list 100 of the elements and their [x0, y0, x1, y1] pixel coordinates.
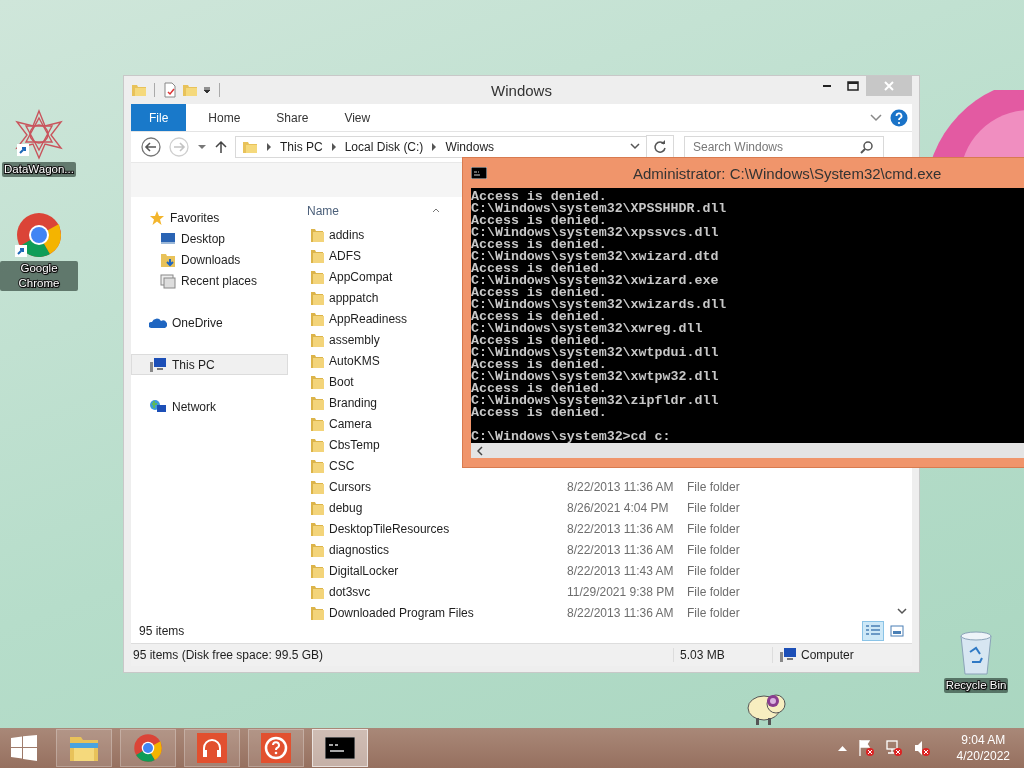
file-name[interactable]: CbsTemp	[329, 437, 380, 452]
folder-icon	[309, 457, 325, 474]
scroll-left-icon[interactable]	[477, 445, 483, 456]
file-name[interactable]: Camera	[329, 416, 372, 431]
file-name[interactable]: Cursors	[329, 479, 371, 494]
folder-icon	[309, 604, 325, 621]
desktop-icon-label[interactable]: Recycle Bin	[943, 678, 1009, 693]
expand-ribbon-icon[interactable]	[870, 113, 882, 122]
status-text: 95 items (Disk free space: 99.5 GB)	[132, 648, 325, 662]
console-line: C:\Windows\system32\xwtpw32.dll	[471, 371, 720, 383]
breadcrumb[interactable]: This PC	[280, 140, 323, 154]
dropdown-icon[interactable]	[630, 143, 640, 151]
file-name[interactable]: diagnostics	[329, 542, 390, 557]
ribbon-tab[interactable]: View	[330, 104, 385, 131]
file-name[interactable]: addins	[329, 227, 365, 242]
sidebar-item[interactable]: Desktop	[131, 228, 297, 249]
status-location: Computer	[801, 648, 854, 662]
headphones-icon	[197, 733, 227, 763]
show-hidden-icons[interactable]	[837, 745, 847, 751]
help-icon[interactable]	[890, 108, 908, 127]
file-name[interactable]: CSC	[329, 458, 355, 473]
sidebar-item[interactable]: Favorites	[131, 207, 297, 228]
console-line: Access is denied.	[471, 383, 607, 395]
file-name[interactable]: dot3svc	[329, 584, 371, 599]
sidebar-item[interactable]: Recent places	[131, 270, 297, 291]
console-prompt: C:\Windows\system32>cd c:	[471, 431, 672, 443]
desktop-icon-label[interactable]: Google Chrome	[0, 261, 78, 291]
file-name[interactable]: Branding	[329, 395, 378, 410]
up-arrow-icon[interactable]	[215, 140, 227, 154]
file-name[interactable]: ADFS	[329, 248, 361, 263]
recent-locations-icon[interactable]	[197, 143, 207, 151]
folder-icon	[309, 583, 325, 600]
file-name[interactable]: assembly	[329, 332, 380, 347]
date-modified: 8/22/2013 11:43 AM	[567, 563, 674, 578]
chevron-icon[interactable]	[266, 143, 272, 151]
search-icon[interactable]	[860, 140, 874, 154]
file-name[interactable]: Boot	[329, 374, 354, 389]
column-header[interactable]: Name	[307, 203, 432, 218]
refresh-button[interactable]	[646, 135, 674, 159]
details-view-button[interactable]	[862, 621, 884, 641]
console-line: C:\Windows\system32\XPSSHHDR.dll	[471, 203, 728, 215]
tiles-view-icon	[890, 625, 904, 637]
console-icon	[471, 167, 487, 179]
console-line: C:\Windows\system32\zipfldr.dll	[471, 395, 720, 407]
file-type: File folder	[687, 563, 740, 578]
sidebar-item[interactable]: OneDrive	[131, 312, 297, 333]
ribbon-tab[interactable]: Home	[194, 104, 255, 131]
close-icon	[884, 81, 894, 91]
scroll-down-icon[interactable]	[897, 608, 907, 615]
console-line: Access is denied.	[471, 407, 607, 419]
sidebar-item[interactable]: This PC	[131, 354, 288, 375]
taskbar-button[interactable]	[312, 729, 368, 767]
dropdown-icon[interactable]	[202, 85, 212, 95]
folder-icon	[309, 541, 325, 558]
folder-icon	[309, 352, 325, 369]
file-name[interactable]: AutoKMS	[329, 353, 380, 368]
console-line: C:\Windows\system32\xwreg.dll	[471, 323, 704, 335]
folder-icon	[309, 331, 325, 348]
folder-icon	[309, 226, 325, 243]
star-app-icon[interactable]	[13, 108, 65, 160]
date-modified: 8/22/2013 11:36 AM	[567, 605, 674, 620]
file-name[interactable]: Downloaded Program Files	[329, 605, 474, 620]
chevron-icon[interactable]	[330, 143, 337, 151]
volume-icon[interactable]	[912, 739, 931, 757]
sidebar-item[interactable]: Downloads	[131, 249, 297, 270]
folder-icon	[309, 289, 325, 306]
network-icon[interactable]	[884, 739, 903, 757]
file-type: File folder	[687, 542, 740, 557]
breadcrumb[interactable]: Windows	[445, 140, 495, 154]
desktop-icon-label[interactable]: DataWagon...	[2, 162, 76, 177]
file-name[interactable]: DigitalLocker	[329, 563, 399, 578]
file-name[interactable]: DesktopTileResources	[329, 521, 450, 536]
chrome-icon	[133, 733, 163, 763]
computer-icon	[779, 647, 797, 663]
ribbon-tab[interactable]: File	[131, 104, 187, 131]
date-modified: 8/22/2013 11:36 AM	[567, 542, 674, 557]
ribbon-tab[interactable]: Share	[262, 104, 323, 131]
file-name[interactable]: debug	[329, 500, 363, 515]
clock[interactable]: 9:04 AM 4/20/2022	[956, 732, 1010, 764]
file-name[interactable]: apppatch	[329, 290, 379, 305]
console-line: Access is denied.	[471, 191, 607, 203]
document-icon[interactable]	[162, 82, 178, 98]
status-size: 5.03 MB	[673, 648, 772, 662]
breadcrumb[interactable]: Local Disk (C:)	[344, 140, 424, 154]
search-field[interactable]: Search Windows	[684, 136, 884, 158]
console-line: Access is denied.	[471, 359, 607, 371]
back-button[interactable]	[141, 137, 161, 157]
desktop-icon	[160, 231, 176, 246]
file-name[interactable]: AppReadiness	[329, 311, 408, 326]
folder-icon	[309, 373, 325, 390]
window-title: Windows	[490, 81, 553, 99]
chevron-icon[interactable]	[431, 143, 438, 151]
horizontal-scrollbar[interactable]	[471, 443, 1024, 458]
flag-icon[interactable]	[856, 739, 875, 757]
recycle-bin-icon[interactable]	[958, 630, 994, 676]
folder-icon	[309, 562, 325, 579]
chrome-icon[interactable]	[15, 211, 63, 259]
console-line: C:\Windows\system32\xpssvcs.dll	[471, 227, 720, 239]
sidebar-item[interactable]: Network	[131, 396, 297, 417]
file-name[interactable]: AppCompat	[329, 269, 393, 284]
